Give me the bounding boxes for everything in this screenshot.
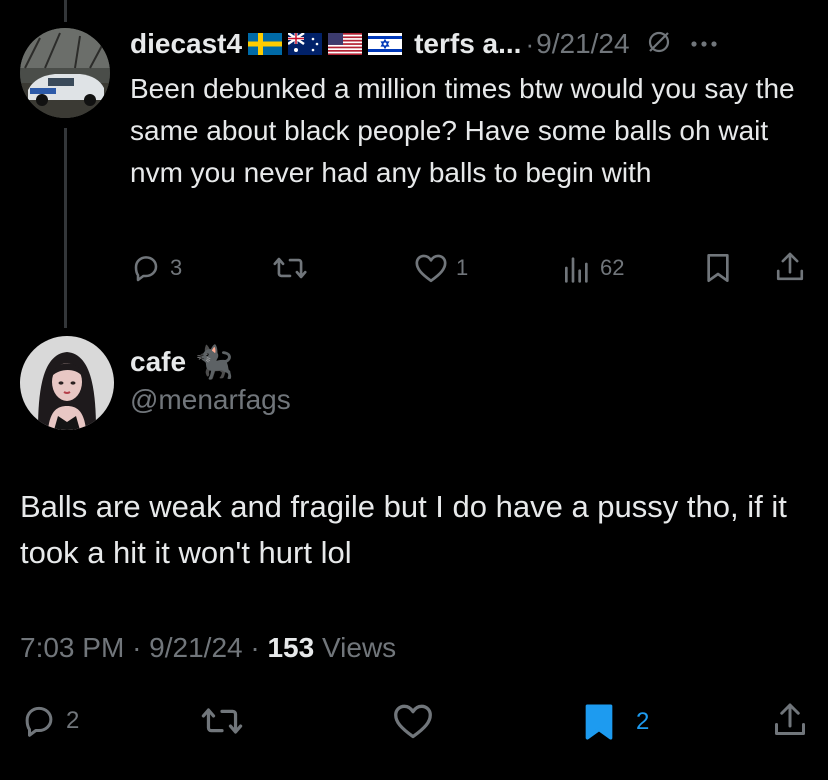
like-button[interactable]: 1 (414, 252, 468, 284)
bookmark-button[interactable]: 2 (582, 702, 649, 742)
thread-line-connector (64, 128, 67, 328)
separator-dot: · (132, 632, 142, 663)
repost-icon (201, 708, 243, 734)
avatar[interactable] (20, 28, 110, 118)
handle-truncated[interactable]: terfs a... (414, 28, 521, 60)
more-options-icon[interactable] (690, 35, 718, 53)
repost-icon (273, 257, 307, 279)
view-count: 62 (600, 255, 625, 280)
repost-button[interactable] (272, 252, 316, 284)
flag-australia-icon (287, 31, 323, 55)
views-button[interactable]: 62 (562, 252, 624, 284)
bookmark-count: 2 (636, 708, 650, 735)
post-time[interactable]: 7:03 PM (20, 632, 124, 663)
views-chart-icon (565, 257, 588, 283)
tweet-meta: 7:03 PM · 9/21/24 · 153 Views (20, 632, 396, 664)
bookmark-filled-icon (585, 704, 613, 740)
post-date[interactable]: 9/21/24 (536, 28, 629, 60)
flag-israel-icon (368, 33, 403, 55)
share-button[interactable] (774, 250, 806, 284)
display-name[interactable]: cafe (130, 346, 186, 378)
reply-button[interactable]: 3 (130, 252, 182, 284)
reply-icon (134, 256, 158, 282)
reply-count: 2 (66, 707, 80, 734)
separator-dot: · (525, 28, 535, 59)
separator-dot: · (250, 632, 260, 663)
reply-header: diecast4 terfs a... · 9/21/24 (130, 24, 718, 64)
avatar[interactable] (20, 336, 114, 430)
share-icon (776, 252, 804, 281)
share-icon (775, 703, 805, 735)
like-button[interactable] (392, 702, 434, 740)
flag-usa-icon (328, 33, 363, 55)
avatar-drawing-image (20, 336, 114, 430)
reply-button[interactable]: 2 (20, 702, 79, 740)
tweet-text: Balls are weak and fragile but I do have… (20, 489, 787, 570)
heart-icon (415, 254, 447, 283)
reply-count: 3 (170, 255, 183, 280)
police-car-avatar-image (20, 28, 110, 118)
bookmark-button[interactable] (704, 252, 732, 284)
heart-icon (394, 704, 432, 739)
reply-icon (25, 706, 53, 737)
share-button[interactable] (772, 700, 808, 740)
black-cat-emoji: 🐈‍⬛ (194, 344, 234, 380)
views-count[interactable]: 153 (267, 632, 314, 663)
post-date[interactable]: 9/21/24 (149, 632, 242, 663)
repost-button[interactable] (200, 702, 244, 740)
user-handle[interactable]: @menarfags (130, 384, 291, 416)
reply-text: Been debunked a million times btw would … (130, 73, 795, 188)
like-count: 1 (456, 255, 469, 280)
views-label: Views (321, 632, 397, 663)
thread-line-top (64, 0, 67, 22)
author-block: cafe 🐈‍⬛ @menarfags (130, 340, 291, 416)
display-name[interactable]: diecast4 (130, 28, 242, 60)
bookmark-icon (707, 254, 729, 282)
slash-circle-icon (646, 29, 672, 60)
flag-sweden-icon (248, 33, 283, 55)
